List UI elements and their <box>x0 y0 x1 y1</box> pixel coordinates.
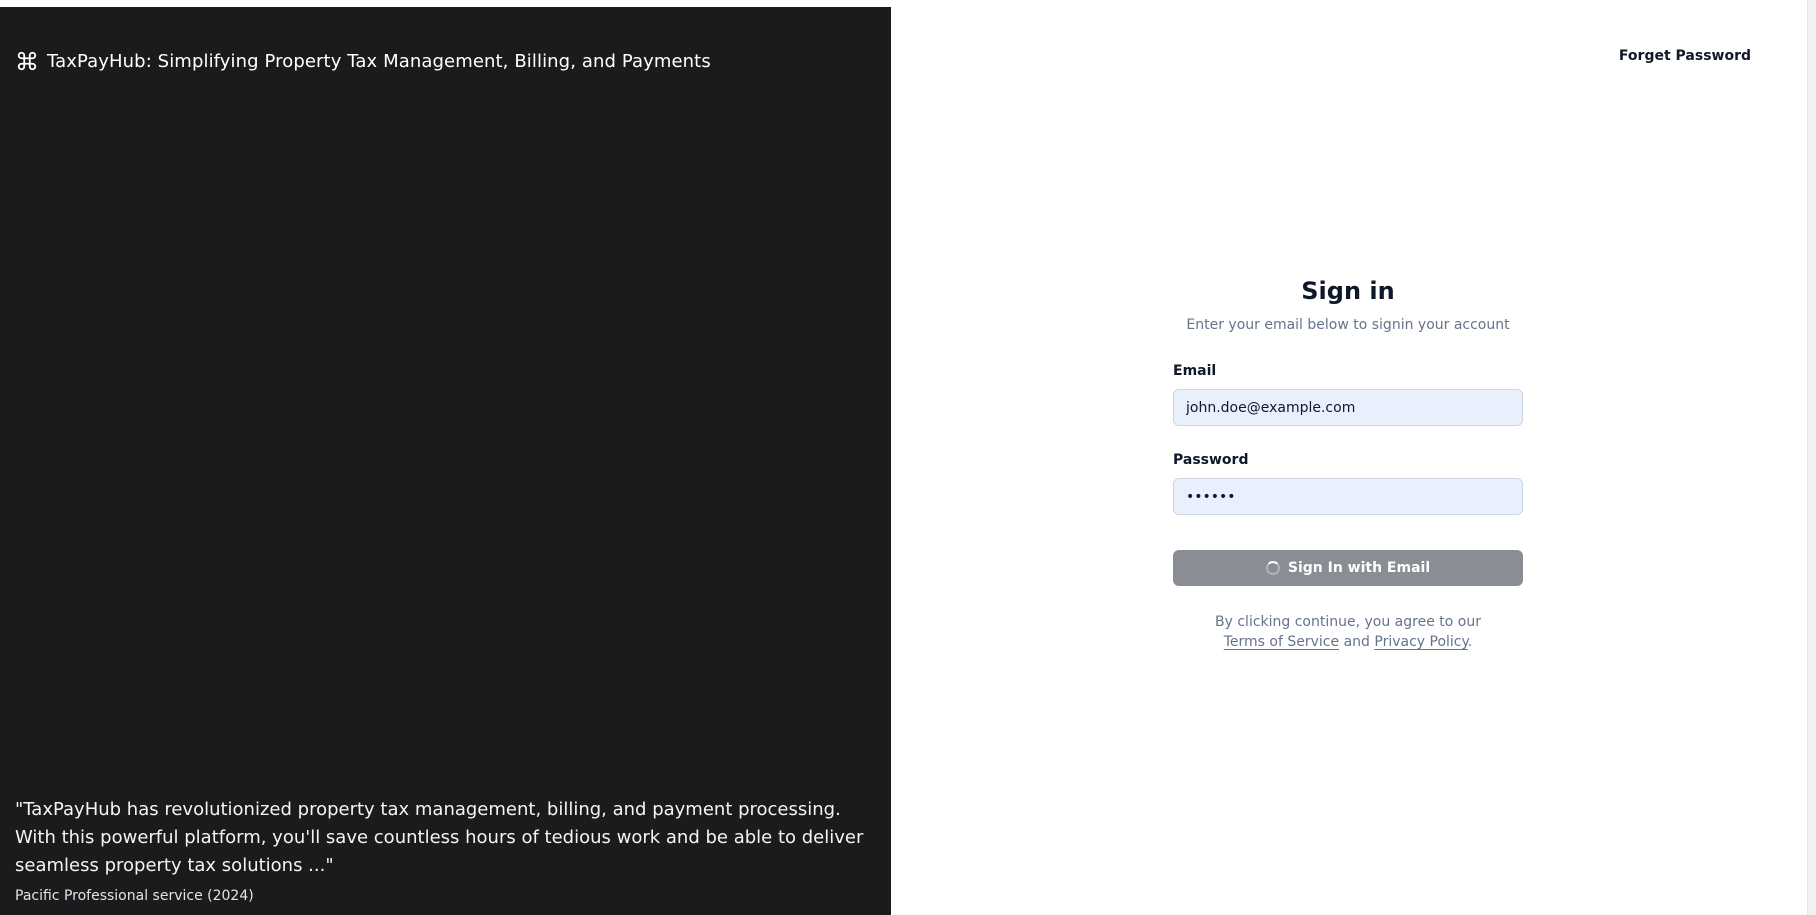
password-input[interactable] <box>1173 478 1523 515</box>
forget-password-link[interactable]: Forget Password <box>1619 48 1751 64</box>
testimonial: "TaxPayHub has revolutionized property t… <box>15 796 865 904</box>
email-field-group: Email <box>1173 363 1523 426</box>
form-subtitle: Enter your email below to signin your ac… <box>1186 317 1510 333</box>
form-title: Sign in <box>1301 277 1395 305</box>
sign-in-button[interactable]: Sign In with Email <box>1173 550 1523 586</box>
brand-title: TaxPayHub: Simplifying Property Tax Mana… <box>47 50 711 72</box>
testimonial-author: Pacific Professional service (2024) <box>15 888 254 904</box>
terms-middle: and <box>1339 634 1375 650</box>
password-field-group: Password <box>1173 452 1523 515</box>
password-label: Password <box>1173 452 1249 468</box>
brand-header: TaxPayHub: Simplifying Property Tax Mana… <box>16 50 711 72</box>
auth-panel: Forget Password Sign in Enter your email… <box>891 7 1807 915</box>
privacy-policy-link[interactable]: Privacy Policy <box>1374 634 1467 650</box>
terms-prefix: By clicking continue, you agree to our <box>1215 614 1481 630</box>
top-strip <box>0 0 1816 7</box>
vertical-scrollbar[interactable] <box>1807 0 1816 915</box>
terms-suffix: . <box>1467 634 1473 650</box>
email-label: Email <box>1173 363 1217 379</box>
testimonial-quote: "TaxPayHub has revolutionized property t… <box>15 799 864 876</box>
terms-of-service-link[interactable]: Terms of Service <box>1224 634 1339 650</box>
brand-panel: TaxPayHub: Simplifying Property Tax Mana… <box>0 7 891 915</box>
email-input[interactable] <box>1173 389 1523 426</box>
terms-notice: By clicking continue, you agree to our T… <box>1173 612 1523 652</box>
sign-in-button-label: Sign In with Email <box>1287 560 1431 576</box>
sign-in-form: Sign in Enter your email below to signin… <box>1173 277 1523 652</box>
command-icon <box>17 51 37 71</box>
spinner-icon <box>1265 561 1280 575</box>
